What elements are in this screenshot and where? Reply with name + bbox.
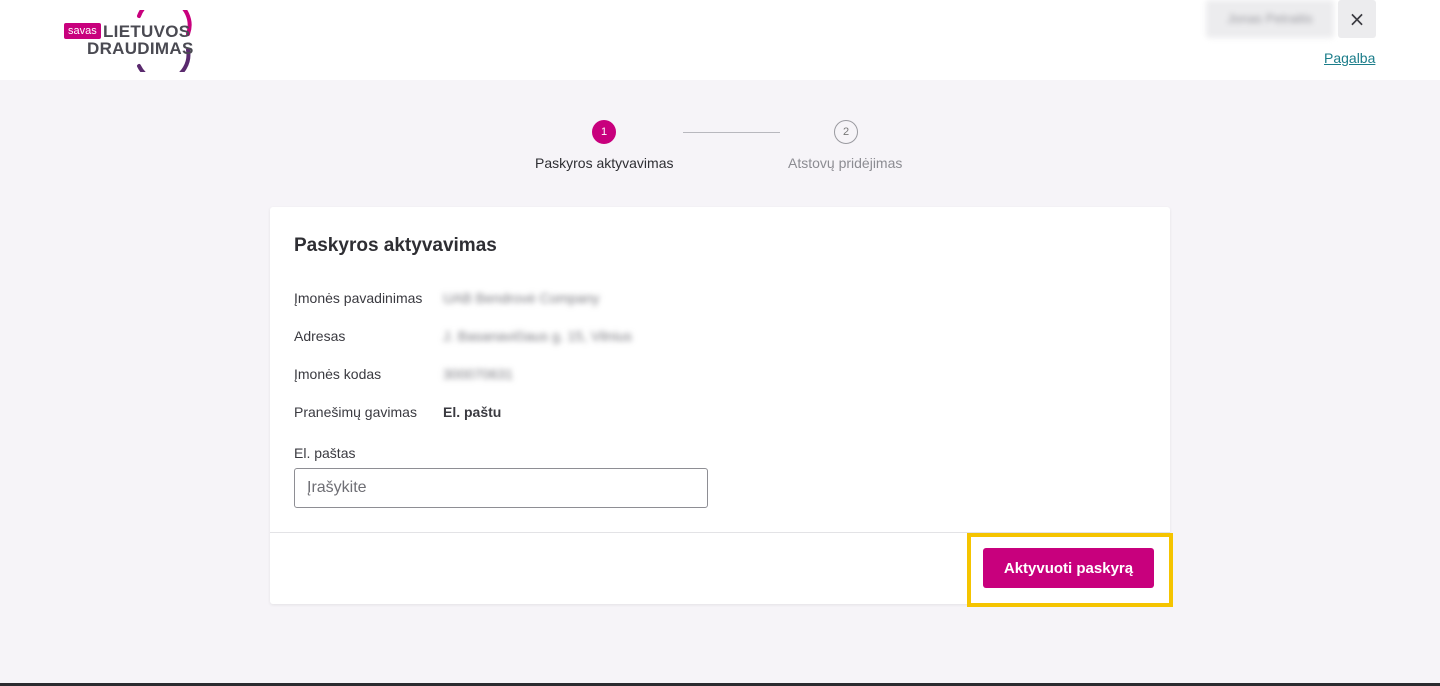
lietuvos-draudimas-logo[interactable]: savas LIETUVOS DRAUDIMAS	[64, 10, 194, 72]
company-name-value: UAB Bendrovė Company	[443, 290, 600, 306]
address-value: J. Basanavičiaus g. 15, Vilnius	[443, 328, 632, 344]
activate-account-button[interactable]: Aktyvuoti paskyrą	[983, 548, 1154, 588]
notifications-value: El. paštu	[443, 404, 502, 420]
company-code-value: 300070631	[443, 366, 514, 382]
step-1-label: Paskyros aktyvavimas	[535, 155, 674, 171]
step-2-indicator: 2	[834, 120, 858, 144]
user-menu-button[interactable]: Jonas Petraitis	[1206, 0, 1334, 38]
card-footer-divider	[270, 532, 1170, 533]
company-code-label: Įmonės kodas	[294, 366, 382, 382]
step-connector	[683, 132, 780, 133]
company-name-label: Įmonės pavadinimas	[294, 290, 423, 306]
close-button[interactable]: ×	[1338, 0, 1376, 38]
logo-text-line2: DRAUDIMAS	[87, 39, 194, 58]
notifications-label: Pranešimų gavimas	[294, 404, 417, 420]
top-header: savas LIETUVOS DRAUDIMAS Jonas Petraitis…	[0, 0, 1440, 80]
address-label: Adresas	[294, 328, 346, 344]
activation-card: Paskyros aktyvavimas Įmonės pavadinimas …	[270, 207, 1173, 607]
card-title: Paskyros aktyvavimas	[294, 235, 497, 256]
help-link[interactable]: Pagalba	[1324, 50, 1375, 66]
step-1-indicator: 1	[592, 120, 616, 144]
step-2-label: Atstovų pridėjimas	[788, 155, 903, 171]
email-field-label: El. paštas	[294, 445, 356, 461]
logo-badge: savas	[64, 23, 101, 39]
email-input[interactable]	[294, 468, 708, 508]
